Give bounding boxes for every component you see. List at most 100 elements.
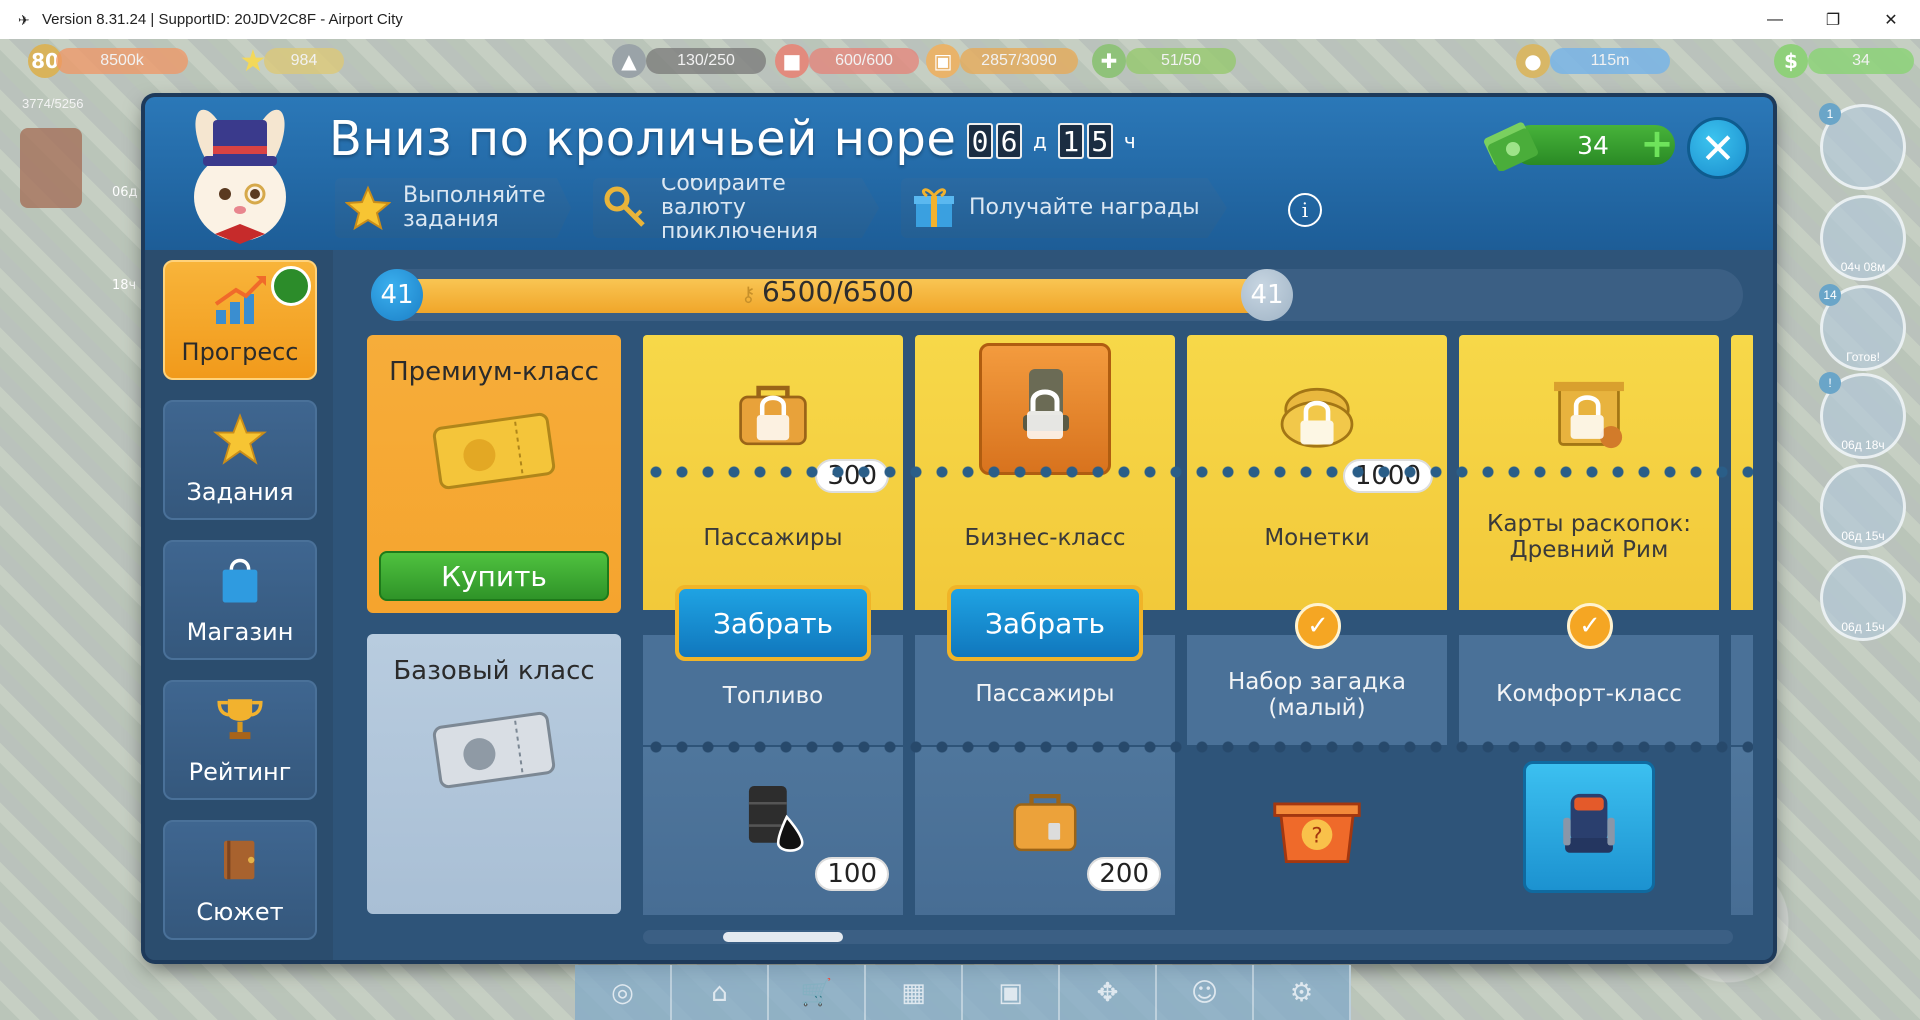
reward-count: 100 (815, 857, 889, 891)
claimed-check-icon: ✓ (1295, 603, 1341, 649)
step-label: Получайте награды (969, 195, 1200, 220)
progress-track: ⚷ 6500/6500 41 41 (371, 269, 1743, 321)
timer-digit: 0 (967, 123, 993, 159)
scrollbar-thumb[interactable] (723, 932, 843, 942)
side-event-label: Готов! (1846, 350, 1880, 364)
fuel-value: 130/250 (646, 48, 766, 74)
step-collect-currency: Собирайте валюту приключения (593, 178, 879, 238)
star-icon (210, 410, 270, 470)
locked-seat-icon (979, 343, 1111, 475)
side-event-icon[interactable]: 06д 15ч (1820, 555, 1906, 641)
svg-text:?: ? (1311, 822, 1322, 847)
side-event-badge: 1 (1819, 103, 1841, 125)
shopping-cart-icon[interactable]: 🛒 (769, 965, 866, 1020)
notebook-icon[interactable] (20, 128, 82, 208)
reward-label: Топливо (722, 683, 824, 709)
suitcase-icon: ▣ (926, 44, 960, 78)
basic-reward-cell[interactable] (1459, 747, 1719, 915)
premium-tier-card: Премиум-класс Купить (367, 335, 621, 613)
info-button[interactable]: i (1288, 193, 1322, 227)
reward-column: 300 Пассажиры Топливо 100 Забрать (643, 335, 903, 915)
locked-coins-icon (1257, 355, 1377, 475)
rewards-scrollbar[interactable] (643, 930, 1733, 944)
premium-tier-title: Премиум-класс (389, 357, 599, 387)
reward-label: Бизнес-класс (964, 525, 1126, 551)
basic-reward-cell[interactable]: ? (1187, 747, 1447, 915)
basic-reward-cell (1731, 747, 1753, 915)
people-info-icon[interactable]: ☺ (1157, 965, 1254, 1020)
airpoints-amount: 34 (1577, 130, 1609, 160)
nav-tasks[interactable]: Задания (163, 400, 317, 520)
hud-stars[interactable]: ★ 984 (236, 44, 344, 79)
nav-shop[interactable]: Магазин (163, 540, 317, 660)
maximize-button[interactable]: ❐ (1804, 0, 1862, 39)
nav-rating[interactable]: Рейтинг (163, 680, 317, 800)
airpoints-counter[interactable]: 34 + (1481, 121, 1681, 171)
cargo-icon: ■ (775, 44, 809, 78)
days-unit: д (1033, 129, 1047, 153)
reward-column: Карты раскопок: Древний Рим Комфорт-клас… (1459, 335, 1719, 915)
reward-label: Монетки (1264, 525, 1370, 551)
hud-coins[interactable]: ● 115m (1516, 44, 1670, 78)
timer-digit: 5 (1086, 123, 1113, 159)
reward-count: 200 (1087, 857, 1161, 891)
airplane-app-icon: ✈ (18, 11, 30, 28)
settings-gear-icon[interactable]: ⚙ (1254, 965, 1351, 1020)
step-label: Собирайте валюту приключения (661, 171, 818, 244)
level-value: 80 (31, 49, 59, 73)
hangar-icon[interactable]: ⌂ (672, 965, 769, 1020)
coins-icon: ● (1516, 44, 1550, 78)
reward-label: Комфорт-класс (1496, 681, 1682, 707)
event-title: Вниз по кроличьей норе (329, 111, 957, 167)
coins-value: 115m (1550, 48, 1670, 74)
side-event-icon[interactable]: 06д 15ч (1820, 464, 1906, 550)
side-event-icon[interactable]: Готов! 14 (1819, 284, 1906, 371)
rewards-track[interactable]: 300 Пассажиры Топливо 100 Забрать (643, 335, 1753, 915)
hud-staff[interactable]: ✚ 51/50 (1092, 44, 1236, 78)
hud-passengers[interactable]: ▣ 2857/3090 (926, 44, 1078, 78)
window-title: Version 8.31.24 | SupportID: 20JDV2C8F -… (42, 11, 403, 28)
next-level-badge: 41 (1241, 269, 1293, 321)
mystery-box-icon: ? (1257, 767, 1377, 887)
hud-airpoints[interactable]: $ 34 (1774, 44, 1914, 78)
hud-cargo[interactable]: ■ 600/600 (775, 44, 919, 78)
locked-suitcase-icon (713, 355, 833, 475)
hud-level[interactable]: 80 8500k (28, 44, 188, 78)
side-event-icon[interactable]: 1 (1819, 103, 1906, 190)
claimed-check-icon: ✓ (1567, 603, 1613, 649)
buy-premium-button[interactable]: Купить (379, 551, 609, 601)
side-event-icon[interactable]: 06д 18ч! (1819, 372, 1906, 459)
globe-plane-icon[interactable]: ◎ (575, 965, 672, 1020)
basic-reward-label-cell: Набор загадка (малый) (1187, 635, 1447, 745)
claim-button[interactable]: Забрать (675, 585, 871, 661)
add-airpoints-button[interactable]: + (1639, 124, 1675, 164)
progress-chart-icon (210, 270, 270, 330)
step-complete-tasks: Выполняйте задания (335, 178, 571, 238)
side-event-icon[interactable]: 04ч 08м (1820, 195, 1906, 281)
staff-icon: ✚ (1092, 44, 1126, 78)
key-icon: ⚷ (741, 282, 763, 306)
airpoints-value: 34 (1808, 48, 1914, 74)
hours-unit: ч (1123, 129, 1136, 153)
side-event-badge: 14 (1819, 284, 1841, 306)
basic-reward-cell[interactable]: 200 (915, 747, 1175, 915)
nav-story[interactable]: Сюжет (163, 820, 317, 940)
basic-tier-card: Базовый класс (367, 634, 621, 914)
side-event-label: 06д 15ч (1841, 620, 1885, 634)
minimize-button[interactable]: — (1746, 0, 1804, 39)
close-dialog-button[interactable]: ✕ (1687, 117, 1749, 179)
treasure-chest-icon[interactable]: ▣ (963, 965, 1060, 1020)
side-event-label: 06д 15ч (1841, 529, 1885, 543)
basic-reward-cell[interactable]: 100 (643, 747, 903, 915)
hud-fuel[interactable]: ▲ 130/250 (612, 44, 766, 78)
nav-progress[interactable]: Прогресс (163, 260, 317, 380)
banknote-icon (1484, 122, 1538, 171)
progress-value: 6500/6500 (762, 275, 914, 308)
side-event-label: 04ч 08м (1840, 260, 1886, 274)
reward-label: Пассажиры (975, 681, 1115, 707)
crate-icon[interactable]: ▦ (866, 965, 963, 1020)
move-arrows-icon[interactable]: ✥ (1060, 965, 1157, 1020)
claim-button[interactable]: Забрать (947, 585, 1143, 661)
window-close-button[interactable]: ✕ (1862, 0, 1920, 39)
nav-label: Магазин (186, 618, 294, 646)
